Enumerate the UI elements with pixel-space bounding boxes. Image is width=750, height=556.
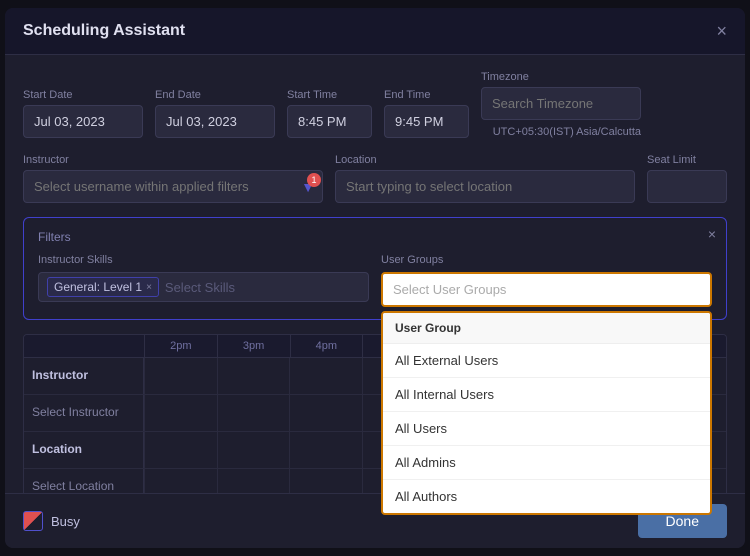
location-top-label: Location [335, 154, 635, 166]
start-date-input[interactable] [23, 105, 143, 138]
seat-limit-group: Seat Limit [647, 154, 727, 203]
skill-tag-remove[interactable]: × [146, 282, 152, 293]
busy-label: Busy [51, 514, 80, 529]
filter-count-badge: 1 [307, 173, 321, 187]
timezone-input[interactable] [481, 87, 641, 120]
filter-icon[interactable]: ▼ 1 [301, 179, 315, 195]
location-top-group: Location [335, 154, 635, 203]
instructor-input[interactable] [23, 170, 323, 203]
timezone-value: UTC+05:30(IST) Asia/Calcutta [481, 126, 641, 138]
filters-panel: Filters × Instructor Skills General: Lev… [23, 217, 727, 320]
cal-cell [289, 432, 362, 468]
timezone-group: Timezone UTC+05:30(IST) Asia/Calcutta [481, 71, 641, 138]
skills-group: Instructor Skills General: Level 1 × Sel… [38, 254, 369, 302]
end-time-label: End Time [384, 89, 469, 101]
dropdown-item-2[interactable]: All Users [383, 412, 710, 446]
user-groups-input[interactable] [381, 272, 712, 307]
seat-limit-input[interactable] [647, 170, 727, 203]
start-time-input[interactable] [287, 105, 372, 138]
skill-tag: General: Level 1 × [47, 277, 159, 297]
skills-input-wrap[interactable]: General: Level 1 × Select Skills [38, 272, 369, 302]
cal-time-2pm: 2pm [144, 335, 217, 357]
dropdown-item-1[interactable]: All Internal Users [383, 378, 710, 412]
user-groups-group: User Groups User Group All External User… [381, 254, 712, 307]
modal-overlay: Scheduling Assistant × Start Date End Da… [0, 0, 750, 556]
end-time-input[interactable] [384, 105, 469, 138]
end-date-group: End Date [155, 89, 275, 138]
modal-title: Scheduling Assistant [23, 22, 185, 40]
user-groups-dropdown: User Group All External Users All Intern… [381, 311, 712, 515]
skills-placeholder: Select Skills [165, 280, 235, 295]
cal-cell [217, 432, 290, 468]
filter-badge: ▼ 1 [301, 179, 315, 195]
modal-header: Scheduling Assistant × [5, 8, 745, 55]
skills-label: Instructor Skills [38, 254, 369, 266]
instructor-input-wrap: ▼ 1 [23, 170, 323, 203]
close-button[interactable]: × [716, 22, 727, 40]
start-time-label: Start Time [287, 89, 372, 101]
cal-time-4pm: 4pm [290, 335, 363, 357]
filters-close-button[interactable]: × [708, 226, 716, 242]
end-date-label: End Date [155, 89, 275, 101]
cal-row-location-label: Location [24, 432, 144, 468]
modal-body: Start Date End Date Start Time End Time … [5, 55, 745, 536]
instructor-group: Instructor ▼ 1 [23, 154, 323, 203]
location-top-input[interactable] [335, 170, 635, 203]
cal-cell [144, 395, 217, 431]
start-date-group: Start Date [23, 89, 143, 138]
cal-cell [144, 358, 217, 394]
busy-indicator: Busy [23, 511, 80, 531]
cal-cell [289, 358, 362, 394]
instructor-location-row: Instructor ▼ 1 Location [23, 154, 727, 203]
dropdown-item-0[interactable]: All External Users [383, 344, 710, 378]
dropdown-item-4[interactable]: All Authors [383, 480, 710, 513]
timezone-label: Timezone [481, 71, 641, 83]
seat-limit-label: Seat Limit [647, 154, 727, 166]
end-date-input[interactable] [155, 105, 275, 138]
cal-cell [217, 395, 290, 431]
date-time-row: Start Date End Date Start Time End Time … [23, 71, 727, 138]
filters-title: Filters [38, 230, 712, 244]
cal-row-select-instructor-label: Select Instructor [24, 395, 144, 431]
cal-header-label [24, 335, 144, 357]
user-groups-label: User Groups [381, 254, 712, 266]
skill-tag-label: General: Level 1 [54, 280, 142, 294]
start-date-label: Start Date [23, 89, 143, 101]
scheduling-modal: Scheduling Assistant × Start Date End Da… [5, 8, 745, 548]
cal-time-3pm: 3pm [217, 335, 290, 357]
filters-row: Instructor Skills General: Level 1 × Sel… [38, 254, 712, 307]
cal-cell [144, 432, 217, 468]
cal-cell [289, 395, 362, 431]
end-time-group: End Time [384, 89, 469, 138]
dropdown-group-header: User Group [383, 313, 710, 344]
dropdown-item-3[interactable]: All Admins [383, 446, 710, 480]
instructor-label: Instructor [23, 154, 323, 166]
cal-cell [217, 358, 290, 394]
busy-color-box [23, 511, 43, 531]
start-time-group: Start Time [287, 89, 372, 138]
cal-row-instructor-label: Instructor [24, 358, 144, 394]
